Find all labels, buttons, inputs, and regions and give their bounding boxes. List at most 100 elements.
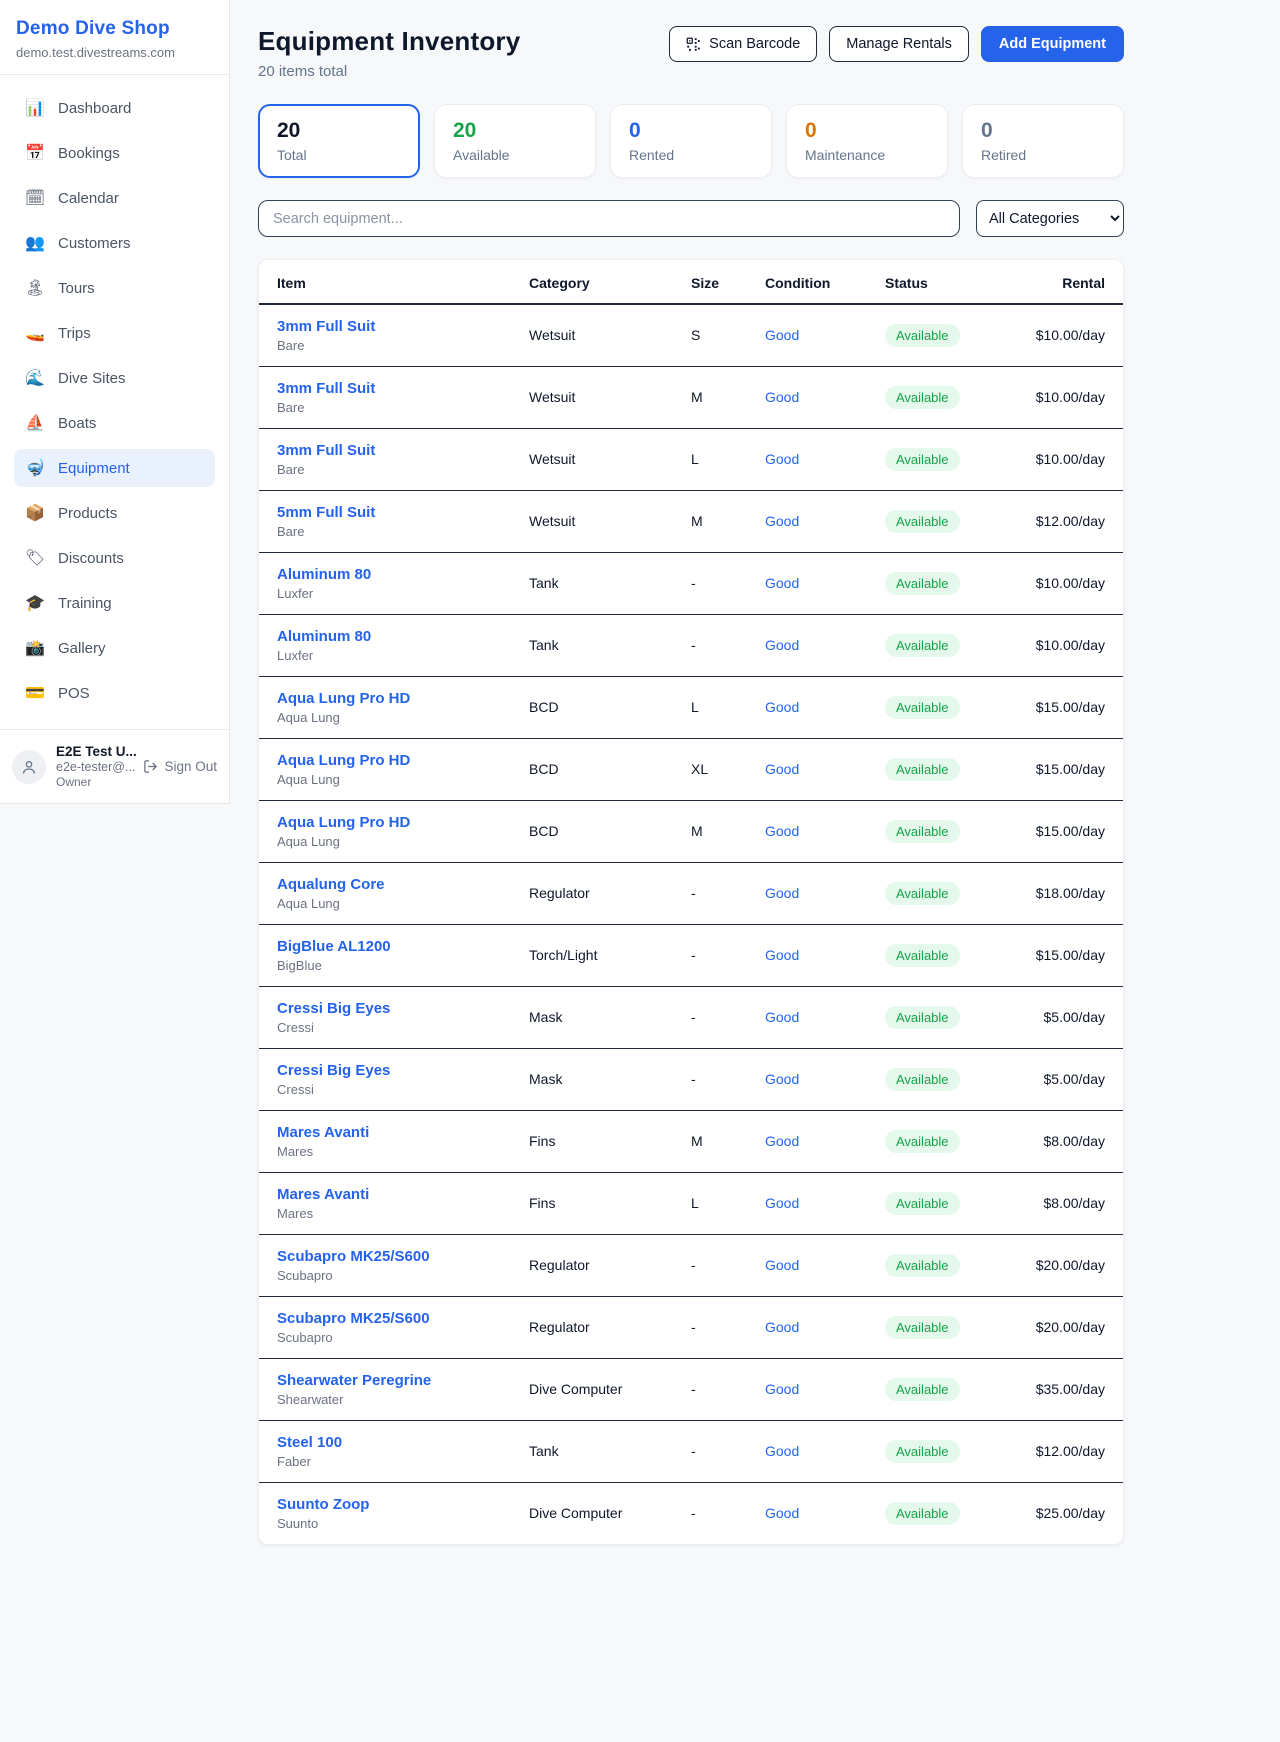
table-row: Shearwater Peregrine Shearwater Dive Com… [259, 1358, 1123, 1420]
sidebar-item-calendar[interactable]: 🗓 Calendar [14, 179, 215, 217]
condition-link[interactable]: Good [765, 1443, 799, 1459]
item-name-link[interactable]: Aluminum 80 [277, 566, 493, 583]
status-cell: Available [867, 1420, 995, 1482]
page-title: Equipment Inventory [258, 26, 520, 57]
item-brand: Cressi [277, 1020, 493, 1035]
condition-link[interactable]: Good [765, 1133, 799, 1149]
category-cell: BCD [511, 676, 673, 738]
item-name-link[interactable]: Cressi Big Eyes [277, 1062, 493, 1079]
item-name-link[interactable]: Mares Avanti [277, 1124, 493, 1141]
stat-card-retired[interactable]: 0 Retired [962, 104, 1124, 178]
condition-cell: Good [747, 1110, 867, 1172]
stat-card-rented[interactable]: 0 Rented [610, 104, 772, 178]
condition-link[interactable]: Good [765, 1381, 799, 1397]
add-equipment-button[interactable]: Add Equipment [981, 26, 1124, 62]
table-row: 3mm Full Suit Bare Wetsuit M Good Availa… [259, 366, 1123, 428]
item-name-link[interactable]: Aqua Lung Pro HD [277, 814, 493, 831]
item-name-link[interactable]: Cressi Big Eyes [277, 1000, 493, 1017]
status-cell: Available [867, 800, 995, 862]
item-name-link[interactable]: Scubapro MK25/S600 [277, 1248, 493, 1265]
sidebar-item-bookings[interactable]: 📅 Bookings [14, 134, 215, 172]
tag-icon: 🏷 [24, 548, 46, 568]
item-name-link[interactable]: 3mm Full Suit [277, 380, 493, 397]
condition-link[interactable]: Good [765, 1071, 799, 1087]
manage-rentals-button[interactable]: Manage Rentals [829, 26, 969, 62]
condition-cell: Good [747, 366, 867, 428]
item-cell: Mares Avanti Mares [259, 1110, 511, 1172]
size-cell: - [673, 1358, 747, 1420]
item-cell: Cressi Big Eyes Cressi [259, 1048, 511, 1110]
size-cell: - [673, 862, 747, 924]
condition-link[interactable]: Good [765, 451, 799, 467]
item-name-link[interactable]: BigBlue AL1200 [277, 938, 493, 955]
sidebar-item-discounts[interactable]: 🏷 Discounts [14, 539, 215, 577]
table-row: Aluminum 80 Luxfer Tank - Good Available… [259, 614, 1123, 676]
condition-link[interactable]: Good [765, 947, 799, 963]
sidebar-item-label: Boats [58, 415, 96, 432]
item-name-link[interactable]: Steel 100 [277, 1434, 493, 1451]
item-cell: Scubapro MK25/S600 Scubapro [259, 1296, 511, 1358]
sign-out-button[interactable]: Sign Out [143, 759, 217, 774]
condition-link[interactable]: Good [765, 699, 799, 715]
item-brand: Aqua Lung [277, 710, 493, 725]
sidebar-item-trips[interactable]: 🚤 Trips [14, 314, 215, 352]
sidebar-item-dashboard[interactable]: 📊 Dashboard [14, 89, 215, 127]
item-cell: Suunto Zoop Suunto [259, 1482, 511, 1544]
item-brand: Mares [277, 1144, 493, 1159]
sidebar-item-tours[interactable]: 🏝 Tours [14, 269, 215, 307]
item-name-link[interactable]: Aqua Lung Pro HD [277, 752, 493, 769]
item-name-link[interactable]: 5mm Full Suit [277, 504, 493, 521]
customers-icon: 👥 [24, 233, 46, 253]
sidebar-item-pos[interactable]: 💳 POS [14, 674, 215, 712]
condition-link[interactable]: Good [765, 885, 799, 901]
item-brand: Bare [277, 524, 493, 539]
item-name-link[interactable]: Scubapro MK25/S600 [277, 1310, 493, 1327]
sidebar-item-boats[interactable]: ⛵ Boats [14, 404, 215, 442]
condition-link[interactable]: Good [765, 823, 799, 839]
condition-link[interactable]: Good [765, 575, 799, 591]
condition-link[interactable]: Good [765, 761, 799, 777]
stat-card-total[interactable]: 20 Total [258, 104, 420, 178]
search-input[interactable] [258, 200, 960, 237]
item-name-link[interactable]: 3mm Full Suit [277, 442, 493, 459]
size-cell: M [673, 490, 747, 552]
stat-card-maintenance[interactable]: 0 Maintenance [786, 104, 948, 178]
condition-link[interactable]: Good [765, 1505, 799, 1521]
item-name-link[interactable]: Suunto Zoop [277, 1496, 493, 1513]
condition-link[interactable]: Good [765, 513, 799, 529]
status-cell: Available [867, 924, 995, 986]
sidebar-item-equipment[interactable]: 🤿 Equipment [14, 449, 215, 487]
package-icon: 📦 [24, 503, 46, 523]
table-row: Aqua Lung Pro HD Aqua Lung BCD L Good Av… [259, 676, 1123, 738]
status-badge: Available [885, 324, 960, 347]
sidebar-item-dive-sites[interactable]: 🌊 Dive Sites [14, 359, 215, 397]
bookings-calendar-icon: 📅 [24, 143, 46, 163]
condition-link[interactable]: Good [765, 1195, 799, 1211]
scan-barcode-button[interactable]: Scan Barcode [669, 26, 817, 62]
item-name-link[interactable]: Aqualung Core [277, 876, 493, 893]
category-cell: Tank [511, 1420, 673, 1482]
item-name-link[interactable]: Aqua Lung Pro HD [277, 690, 493, 707]
condition-link[interactable]: Good [765, 637, 799, 653]
stat-card-available[interactable]: 20 Available [434, 104, 596, 178]
condition-link[interactable]: Good [765, 327, 799, 343]
sidebar-item-training[interactable]: 🎓 Training [14, 584, 215, 622]
category-select[interactable]: All Categories [976, 200, 1124, 237]
item-name-link[interactable]: 3mm Full Suit [277, 318, 493, 335]
size-cell: - [673, 552, 747, 614]
item-brand: Mares [277, 1206, 493, 1221]
sidebar-item-products[interactable]: 📦 Products [14, 494, 215, 532]
condition-link[interactable]: Good [765, 1009, 799, 1025]
condition-link[interactable]: Good [765, 389, 799, 405]
size-cell: - [673, 614, 747, 676]
item-name-link[interactable]: Mares Avanti [277, 1186, 493, 1203]
sidebar-item-gallery[interactable]: 📸 Gallery [14, 629, 215, 667]
sidebar-item-label: Calendar [58, 190, 119, 207]
sidebar-item-customers[interactable]: 👥 Customers [14, 224, 215, 262]
table-row: Mares Avanti Mares Fins M Good Available… [259, 1110, 1123, 1172]
condition-link[interactable]: Good [765, 1257, 799, 1273]
item-name-link[interactable]: Aluminum 80 [277, 628, 493, 645]
condition-link[interactable]: Good [765, 1319, 799, 1335]
condition-cell: Good [747, 1172, 867, 1234]
item-name-link[interactable]: Shearwater Peregrine [277, 1372, 493, 1389]
